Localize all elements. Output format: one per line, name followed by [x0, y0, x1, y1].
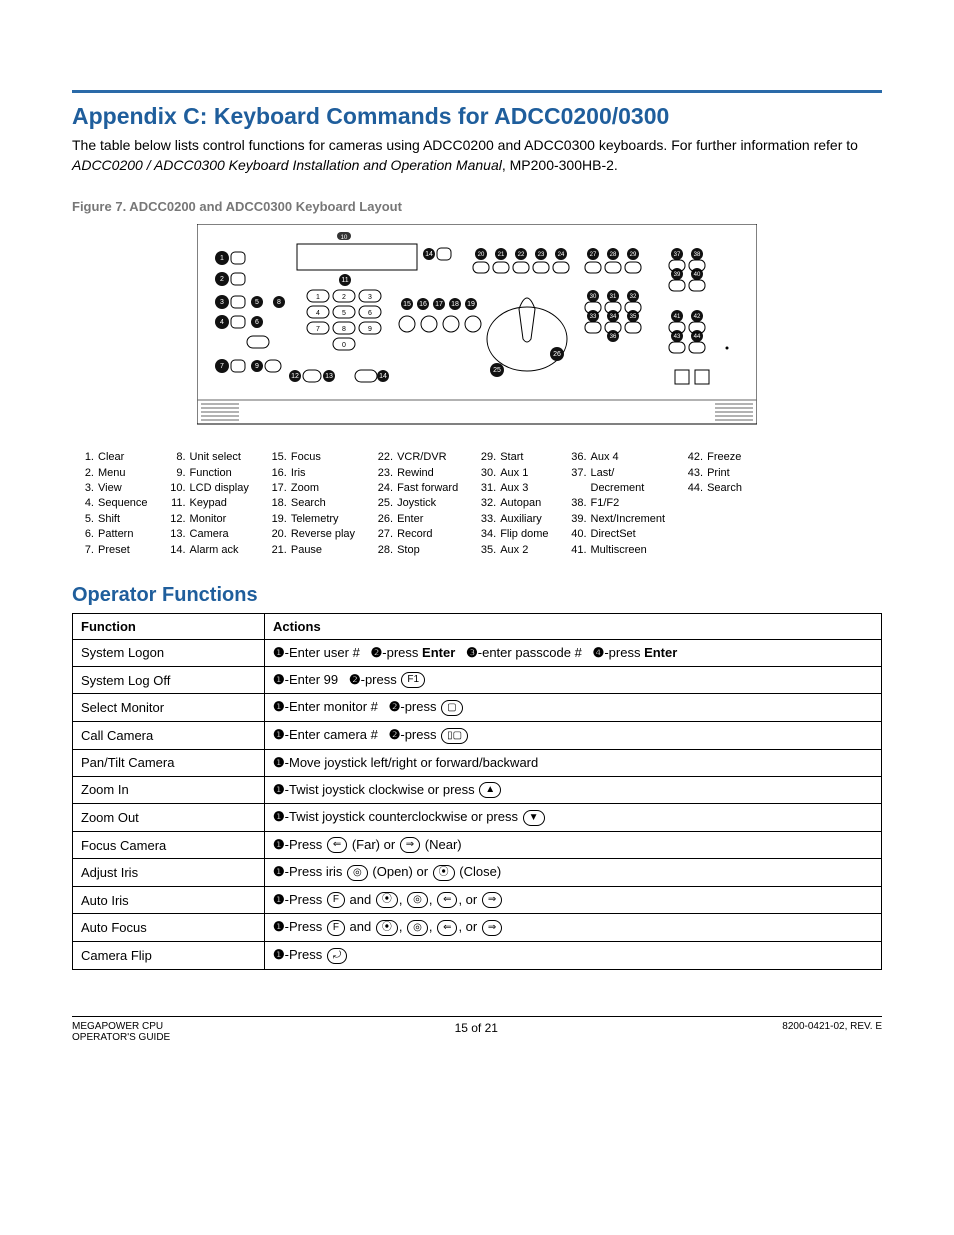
svg-text:14: 14	[425, 251, 433, 258]
svg-text:6: 6	[255, 319, 259, 326]
svg-text:2: 2	[342, 294, 346, 301]
page-footer: MEGAPOWER CPU OPERATOR'S GUIDE 15 of 21 …	[72, 1016, 882, 1043]
svg-text:40: 40	[694, 272, 701, 278]
svg-text:3: 3	[368, 294, 372, 301]
svg-text:35: 35	[630, 314, 637, 320]
svg-text:43: 43	[674, 334, 681, 340]
svg-text:22: 22	[518, 252, 525, 258]
svg-text:16: 16	[419, 301, 427, 308]
col-actions: Actions	[265, 613, 882, 639]
svg-text:39: 39	[674, 272, 681, 278]
fn-cell: Adjust Iris	[73, 859, 265, 887]
svg-text:0: 0	[342, 342, 346, 349]
svg-text:12: 12	[291, 373, 299, 380]
svg-text:29: 29	[630, 252, 637, 258]
actions-cell: ❶-Press ⇐ (Far) or ⇒ (Near)	[265, 831, 882, 859]
svg-text:8: 8	[342, 326, 346, 333]
svg-text:19: 19	[467, 301, 475, 308]
svg-text:32: 32	[630, 294, 637, 300]
svg-text:15: 15	[403, 301, 411, 308]
footer-page-number: 15 of 21	[455, 1021, 498, 1043]
actions-cell: ❶-Enter monitor # ❷-press ▢	[265, 694, 882, 722]
svg-text:7: 7	[316, 326, 320, 333]
fn-cell: System Log Off	[73, 666, 265, 694]
page-title: Appendix C: Keyboard Commands for ADCC02…	[72, 103, 882, 130]
svg-text:34: 34	[610, 314, 617, 320]
svg-text:14: 14	[379, 373, 387, 380]
fn-cell: Auto Focus	[73, 914, 265, 942]
svg-text:26: 26	[553, 351, 561, 358]
svg-text:17: 17	[435, 301, 443, 308]
svg-text:33: 33	[590, 314, 597, 320]
svg-text:24: 24	[558, 252, 565, 258]
svg-text:9: 9	[255, 363, 259, 370]
actions-cell: ❶-Enter user # ❷-press Enter ❸-enter pas…	[265, 639, 882, 666]
svg-text:9: 9	[368, 326, 372, 333]
svg-text:23: 23	[538, 252, 545, 258]
section-header: Operator Functions	[72, 584, 882, 607]
actions-cell: ❶-Enter camera # ❷-press ▯▢	[265, 722, 882, 750]
svg-text:2: 2	[220, 276, 224, 283]
fn-cell: Pan/Tilt Camera	[73, 749, 265, 776]
actions-cell: ❶-Press F and ⦿, ◎, ⇐, or ⇒	[265, 886, 882, 914]
actions-cell: ❶-Twist joystick counterclockwise or pre…	[265, 804, 882, 832]
svg-text:27: 27	[590, 252, 597, 258]
svg-text:1: 1	[316, 294, 320, 301]
svg-text:1: 1	[220, 255, 224, 262]
actions-cell: ❶-Press F and ⦿, ◎, ⇐, or ⇒	[265, 914, 882, 942]
col-function: Function	[73, 613, 265, 639]
svg-text:38: 38	[694, 252, 701, 258]
fn-cell: Zoom In	[73, 776, 265, 804]
intro-text: The table below lists control functions …	[72, 136, 882, 175]
fn-cell: Zoom Out	[73, 804, 265, 832]
svg-text:18: 18	[451, 301, 459, 308]
svg-text:5: 5	[255, 299, 259, 306]
footer-right: 8200-0421-02, REV. E	[782, 1021, 882, 1043]
actions-cell: ❶-Press ⤾	[265, 941, 882, 969]
fn-cell: System Logon	[73, 639, 265, 666]
footer-left-1: MEGAPOWER CPU	[72, 1021, 170, 1032]
svg-text:31: 31	[610, 294, 617, 300]
fn-cell: Call Camera	[73, 722, 265, 750]
svg-text:44: 44	[694, 334, 701, 340]
svg-text:10: 10	[341, 235, 348, 241]
fn-cell: Focus Camera	[73, 831, 265, 859]
keyboard-diagram: 10 1 2 3 4 7 5 6 9 8 11 123 456 789	[197, 224, 757, 434]
svg-text:41: 41	[674, 314, 681, 320]
fn-cell: Camera Flip	[73, 941, 265, 969]
svg-text:36: 36	[610, 334, 617, 340]
fn-cell: Select Monitor	[73, 694, 265, 722]
svg-text:3: 3	[220, 299, 224, 306]
actions-cell: ❶-Enter 99 ❷-press F1	[265, 666, 882, 694]
operator-functions-table: Function Actions System Logon❶-Enter use…	[72, 613, 882, 970]
actions-cell: ❶-Move joystick left/right or forward/ba…	[265, 749, 882, 776]
svg-text:5: 5	[342, 310, 346, 317]
fn-cell: Auto Iris	[73, 886, 265, 914]
table-body: System Logon❶-Enter user # ❷-press Enter…	[73, 639, 882, 969]
actions-cell: ❶-Twist joystick clockwise or press ▲	[265, 776, 882, 804]
svg-text:6: 6	[368, 310, 372, 317]
svg-text:4: 4	[316, 310, 320, 317]
svg-text:8: 8	[277, 299, 281, 306]
page-top-rule	[72, 90, 882, 93]
svg-text:28: 28	[610, 252, 617, 258]
actions-cell: ❶-Press iris ◎ (Open) or ⦿ (Close)	[265, 859, 882, 887]
svg-text:11: 11	[341, 277, 348, 284]
footer-left-2: OPERATOR'S GUIDE	[72, 1032, 170, 1043]
keyboard-legend: 1.Clear2.Menu3.View4.Sequence5.Shift6.Pa…	[72, 450, 882, 558]
svg-text:13: 13	[325, 373, 333, 380]
svg-text:30: 30	[590, 294, 597, 300]
svg-text:4: 4	[220, 319, 224, 326]
svg-text:20: 20	[478, 252, 485, 258]
svg-text:7: 7	[220, 363, 224, 370]
svg-text:21: 21	[498, 252, 505, 258]
svg-text:37: 37	[674, 252, 681, 258]
svg-text:25: 25	[493, 367, 501, 374]
figure-caption: Figure 7. ADCC0200 and ADCC0300 Keyboard…	[72, 199, 882, 214]
svg-text:42: 42	[694, 314, 701, 320]
